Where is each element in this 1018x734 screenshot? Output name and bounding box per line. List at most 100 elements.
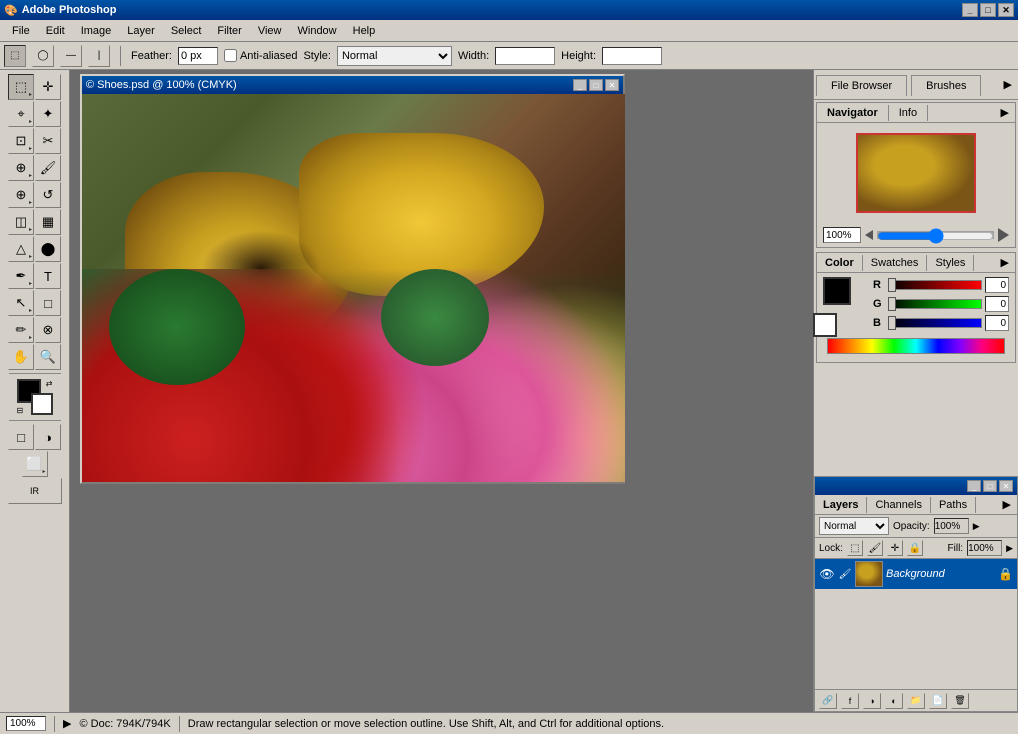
green-slider[interactable] [888,299,982,309]
dodge-tool[interactable]: ⬤ [35,236,61,262]
close-button[interactable]: ✕ [998,3,1014,17]
style-select[interactable]: Normal Fixed Aspect Ratio Fixed Size [337,46,452,66]
lasso-tool[interactable]: ⌖▸ [8,101,34,127]
imageready-btn[interactable]: IR [8,478,62,504]
foreground-color-swatch[interactable] [823,277,851,305]
screen-mode-btn[interactable]: ⬜▸ [22,451,48,477]
reset-colors-icon[interactable]: ⊟ [17,406,24,415]
swatches-tab[interactable]: Swatches [863,255,928,271]
doc-minimize-btn[interactable]: _ [573,79,587,91]
opacity-input[interactable] [934,518,969,534]
blue-value[interactable]: 0 [985,315,1009,331]
navigator-zoom-input[interactable] [823,227,861,243]
blend-mode-select[interactable]: Normal Dissolve Multiply Screen [819,517,889,535]
maximize-button[interactable]: □ [980,3,996,17]
red-slider[interactable] [888,280,982,290]
eyedropper-tool[interactable]: ⊗ [35,317,61,343]
ellip-marquee-tool-btn[interactable]: ◯ [32,45,54,67]
menu-window[interactable]: Window [290,23,345,39]
crop-tool[interactable]: ⊡▸ [8,128,34,154]
zoom-out-icon[interactable] [865,230,873,240]
panel-menu-icon[interactable]: ▶ [998,76,1018,93]
lock-transparent-btn[interactable]: ⬚ [847,540,863,556]
zoom-tool[interactable]: 🔍 [35,344,61,370]
doc-close-btn[interactable]: ✕ [605,79,619,91]
height-input[interactable] [602,47,662,65]
menu-select[interactable]: Select [163,23,210,39]
layers-close-btn[interactable]: ✕ [999,480,1013,492]
green-thumb[interactable] [888,297,896,311]
slice-tool[interactable]: ✂ [35,128,61,154]
document-canvas[interactable] [82,94,625,482]
fill-arrow[interactable]: ▶ [1006,543,1013,554]
brush-tool[interactable]: 🖌 [35,155,61,181]
adjustment-layer-btn[interactable]: ◐ [885,693,903,709]
color-spectrum[interactable] [827,338,1005,354]
gradient-tool[interactable]: ▦ [35,209,61,235]
hand-tool[interactable]: ✋ [8,344,34,370]
move-tool[interactable]: ✛ [35,74,61,100]
marquee-tool[interactable]: ⬚▸ [8,74,34,100]
eraser-tool[interactable]: ◫▸ [8,209,34,235]
text-tool[interactable]: T [35,263,61,289]
layers-maximize-btn[interactable]: □ [983,480,997,492]
anti-aliased-checkbox[interactable] [224,49,237,62]
swap-colors-icon[interactable]: ⇄ [46,379,53,388]
layer-styles-btn[interactable]: f [841,693,859,709]
title-bar-controls[interactable]: _ □ ✕ [962,3,1014,17]
document-controls[interactable]: _ □ ✕ [573,79,619,91]
menu-view[interactable]: View [250,23,290,39]
layers-tab[interactable]: Layers [815,497,867,513]
magic-wand-tool[interactable]: ✦ [35,101,61,127]
path-select-tool[interactable]: ↖▸ [8,290,34,316]
opacity-arrow[interactable]: ▶ [973,521,980,532]
history-tool[interactable]: ↺ [35,182,61,208]
lock-all-btn[interactable]: 🔒 [907,540,923,556]
single-col-tool-btn[interactable]: | [88,45,110,67]
zoom-range[interactable] [877,232,994,240]
file-browser-tab[interactable]: File Browser [816,75,907,96]
delete-layer-btn[interactable]: 🗑 [951,693,969,709]
quick-mask-btn[interactable]: ◑ [35,424,61,450]
layer-mask-btn[interactable]: ◑ [863,693,881,709]
zoom-in-icon[interactable] [998,228,1009,242]
background-color-swatch[interactable] [813,313,837,337]
menu-file[interactable]: File [4,23,38,39]
color-tab[interactable]: Color [817,255,863,271]
red-value[interactable]: 0 [985,277,1009,293]
status-zoom-input[interactable] [6,716,46,731]
standard-mode-btn[interactable]: □ [8,424,34,450]
heal-tool[interactable]: ⊕▸ [8,155,34,181]
navigator-menu-icon[interactable]: ▶ [995,104,1015,121]
width-input[interactable] [495,47,555,65]
green-value[interactable]: 0 [985,296,1009,312]
shape-tool[interactable]: □ [35,290,61,316]
paths-tab[interactable]: Paths [931,497,976,513]
color-menu-icon[interactable]: ▶ [995,254,1015,271]
feather-input[interactable] [178,47,218,65]
new-layer-btn[interactable]: 📄 [929,693,947,709]
lock-image-btn[interactable]: 🖌 [867,540,883,556]
zoom-slider[interactable] [877,231,994,239]
clone-tool[interactable]: ⊕▸ [8,182,34,208]
info-tab[interactable]: Info [889,105,928,121]
layer-visibility-icon[interactable]: 👁 [819,566,835,582]
blue-thumb[interactable] [888,316,896,330]
link-layers-btn[interactable]: 🔗 [819,693,837,709]
layer-group-btn[interactable]: 📁 [907,693,925,709]
navigator-tab[interactable]: Navigator [817,105,889,121]
menu-edit[interactable]: Edit [38,23,73,39]
lock-position-btn[interactable]: ✛ [887,540,903,556]
styles-tab[interactable]: Styles [927,255,974,271]
menu-help[interactable]: Help [345,23,384,39]
red-thumb[interactable] [888,278,896,292]
layers-window-controls[interactable]: _ □ ✕ [967,480,1013,492]
menu-image[interactable]: Image [73,23,120,39]
blue-slider[interactable] [888,318,982,328]
background-layer-row[interactable]: 👁 🖌 Background 🔒 [815,559,1017,589]
single-row-tool-btn[interactable]: — [60,45,82,67]
layers-minimize-btn[interactable]: _ [967,480,981,492]
doc-maximize-btn[interactable]: □ [589,79,603,91]
rect-marquee-tool-btn[interactable]: ⬚ [4,45,26,67]
minimize-button[interactable]: _ [962,3,978,17]
